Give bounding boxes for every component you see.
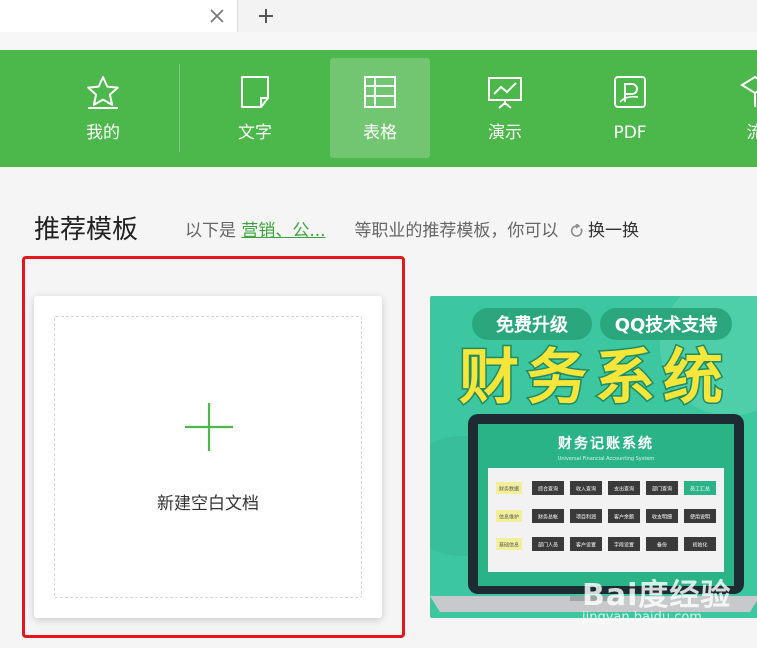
- toolbar-item-spreadsheet[interactable]: 表格: [330, 58, 430, 158]
- baidu-jingyan-watermark: Bai度经验 jingyan.baidu.com: [582, 566, 752, 638]
- screen-subtitle: Universal Financial Accounting System: [558, 456, 655, 462]
- refresh-label: 换一换: [588, 221, 639, 241]
- toolbar-item-pdf[interactable]: PDF: [580, 58, 680, 158]
- screen-button-label: 使用说明: [690, 514, 710, 521]
- screen-row-tag-label: 财务数据: [499, 486, 519, 493]
- screen-button-label: 字段设置: [614, 542, 634, 549]
- toolbar-divider: [179, 64, 180, 152]
- toolbar-item-label: PDF: [613, 123, 647, 143]
- new-blank-document-label: 新建空白文档: [157, 494, 259, 514]
- plus-icon: [185, 403, 233, 451]
- star-icon: [87, 76, 119, 109]
- toolbar-item-label: 我的: [86, 123, 120, 143]
- dashed-drop-area: 新建空白文档: [54, 316, 362, 598]
- flowchart-icon: [740, 75, 757, 107]
- new-blank-document-card[interactable]: 新建空白文档: [34, 296, 382, 618]
- refresh-icon: [570, 223, 583, 237]
- screen-button-label: 收支明细: [652, 514, 672, 521]
- screen-button-label: 项目利润: [576, 514, 596, 521]
- toolbar-item-label: 演示: [488, 123, 522, 143]
- screen-row-tag-label: 信息维护: [499, 514, 519, 521]
- screen-button-label: 综合查询: [538, 486, 558, 493]
- screen-button-label: 收入查询: [576, 486, 596, 493]
- screen-button-label: 客户余额: [614, 514, 634, 521]
- toolbar-item-mine[interactable]: 我的: [53, 58, 153, 158]
- screen-button-label: 财务总帐: [538, 514, 558, 521]
- profession-link[interactable]: 营销、公...: [241, 221, 325, 241]
- toolbar-item-label: 流: [746, 123, 757, 143]
- toolbar-item-presentation[interactable]: 演示: [455, 58, 555, 158]
- badge-qq-support: QQ技术支持: [615, 314, 718, 336]
- template-big-title: 财务系统: [459, 343, 731, 413]
- refresh-button[interactable]: 换一换: [570, 219, 639, 243]
- toolbar-item-writer[interactable]: 文字: [205, 58, 305, 158]
- screen-button-label: 部门人员: [538, 542, 558, 549]
- watermark-brand: Bai度经验: [582, 578, 732, 613]
- close-icon[interactable]: [206, 5, 228, 27]
- screen-button-label: 支出查询: [614, 486, 634, 493]
- presentation-icon: [488, 77, 522, 109]
- badge-free-upgrade: 免费升级: [496, 314, 569, 336]
- toolbar-top-strip: [0, 32, 757, 50]
- recommendation-description: 以下是 营销、公... 等职业的推荐模板，你可以: [185, 219, 558, 243]
- screen-title: 财务记账系统: [557, 435, 654, 452]
- document-icon: [241, 76, 269, 108]
- watermark-url: jingyan.baidu.com: [582, 610, 702, 625]
- screen-button-label: 员工汇总: [690, 486, 710, 493]
- spreadsheet-icon: [364, 76, 396, 108]
- description-prefix: 以下是: [185, 221, 236, 241]
- page-title: 推荐模板: [34, 215, 139, 245]
- screen-button-label: 部门查询: [652, 486, 672, 493]
- browser-tab-bar: [0, 0, 757, 32]
- plus-icon[interactable]: [254, 4, 278, 28]
- browser-tab[interactable]: [0, 0, 238, 32]
- description-suffix: 等职业的推荐模板，你可以: [354, 221, 559, 241]
- screen-button-label: 客户设置: [576, 542, 596, 549]
- screen-button-label: 备份: [657, 542, 667, 549]
- toolbar-item-label: 表格: [363, 123, 397, 143]
- screen-button-label: 初始化: [692, 542, 707, 549]
- pdf-icon: [614, 76, 646, 108]
- screen-row-tag-label: 基础信息: [499, 542, 519, 549]
- category-toolbar: 我的 文字 表格 演示 PDF 流: [0, 50, 757, 167]
- toolbar-item-label: 文字: [238, 123, 272, 143]
- toolbar-item-flowchart[interactable]: 流: [705, 58, 757, 158]
